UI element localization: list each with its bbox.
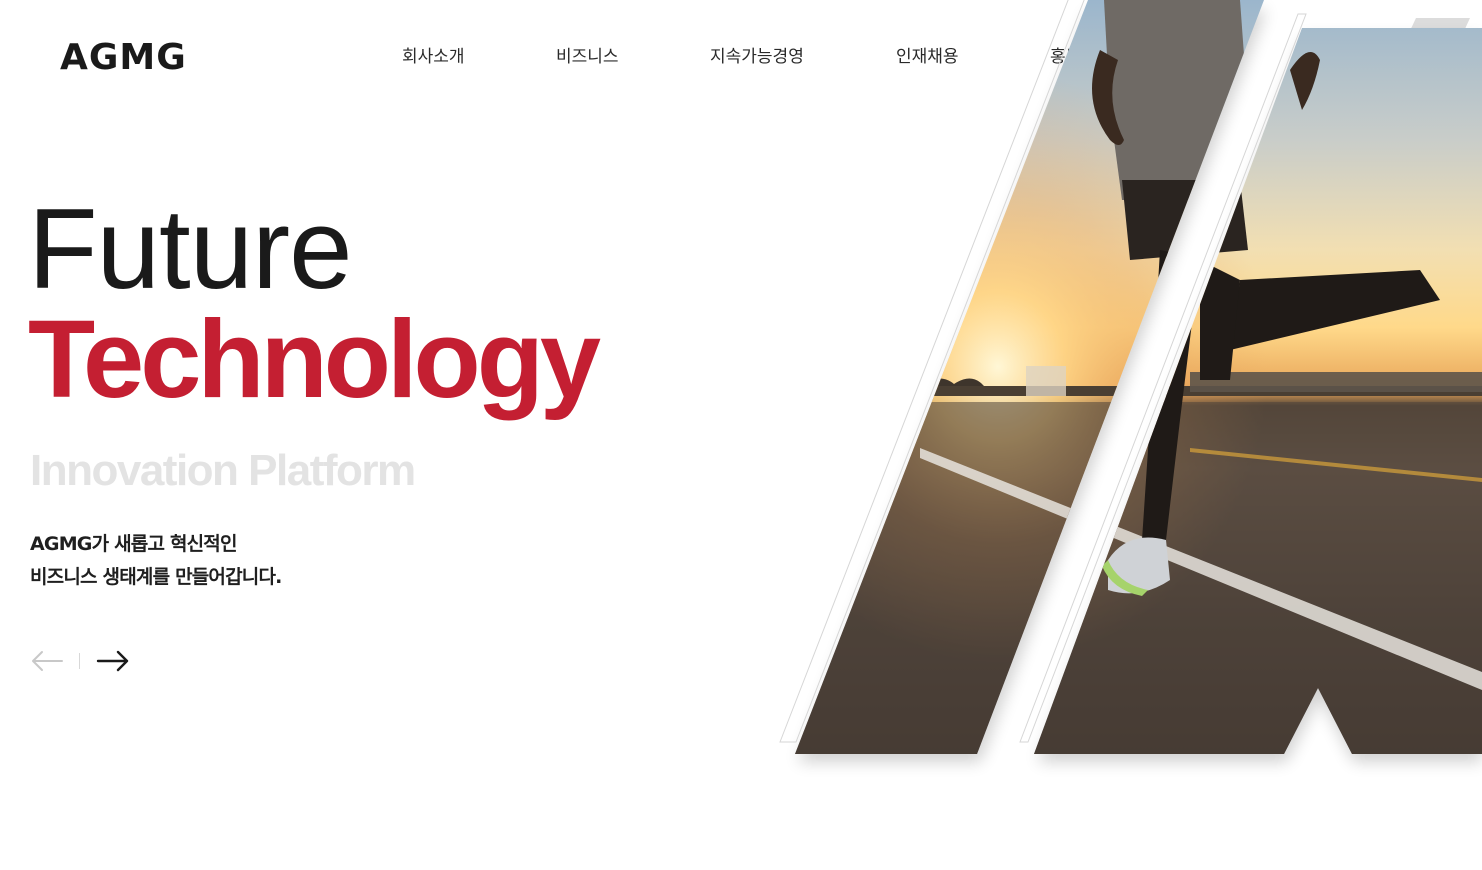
arrow-left-icon (32, 651, 63, 671)
hero-subtitle: Innovation Platform (30, 446, 416, 495)
slider-next-button[interactable] (96, 648, 130, 674)
hero-description: AGMG가 새롭고 혁신적인 비즈니스 생태계를 만들어갑니다. (30, 528, 282, 594)
hero-description-line2: 비즈니스 생태계를 만들어갑니다. (30, 566, 282, 588)
arrow-right-icon (96, 650, 129, 672)
hero-visual (770, 0, 1482, 780)
slider-prev-button[interactable] (30, 648, 64, 674)
runner-photo-image (779, 0, 1482, 762)
nav-item-business[interactable]: 비즈니스 (556, 42, 619, 67)
hero-description-line1: AGMG가 새롭고 혁신적인 (30, 533, 237, 555)
nav-item-company[interactable]: 회사소개 (402, 42, 465, 67)
logo[interactable]: AGMG (60, 36, 210, 74)
slider-divider (79, 653, 80, 669)
hero-title-line2: Technology (28, 298, 601, 421)
logo-text: AGMG (60, 37, 187, 74)
slider-controls (30, 648, 140, 674)
hero-title-line1: Future (28, 186, 352, 313)
